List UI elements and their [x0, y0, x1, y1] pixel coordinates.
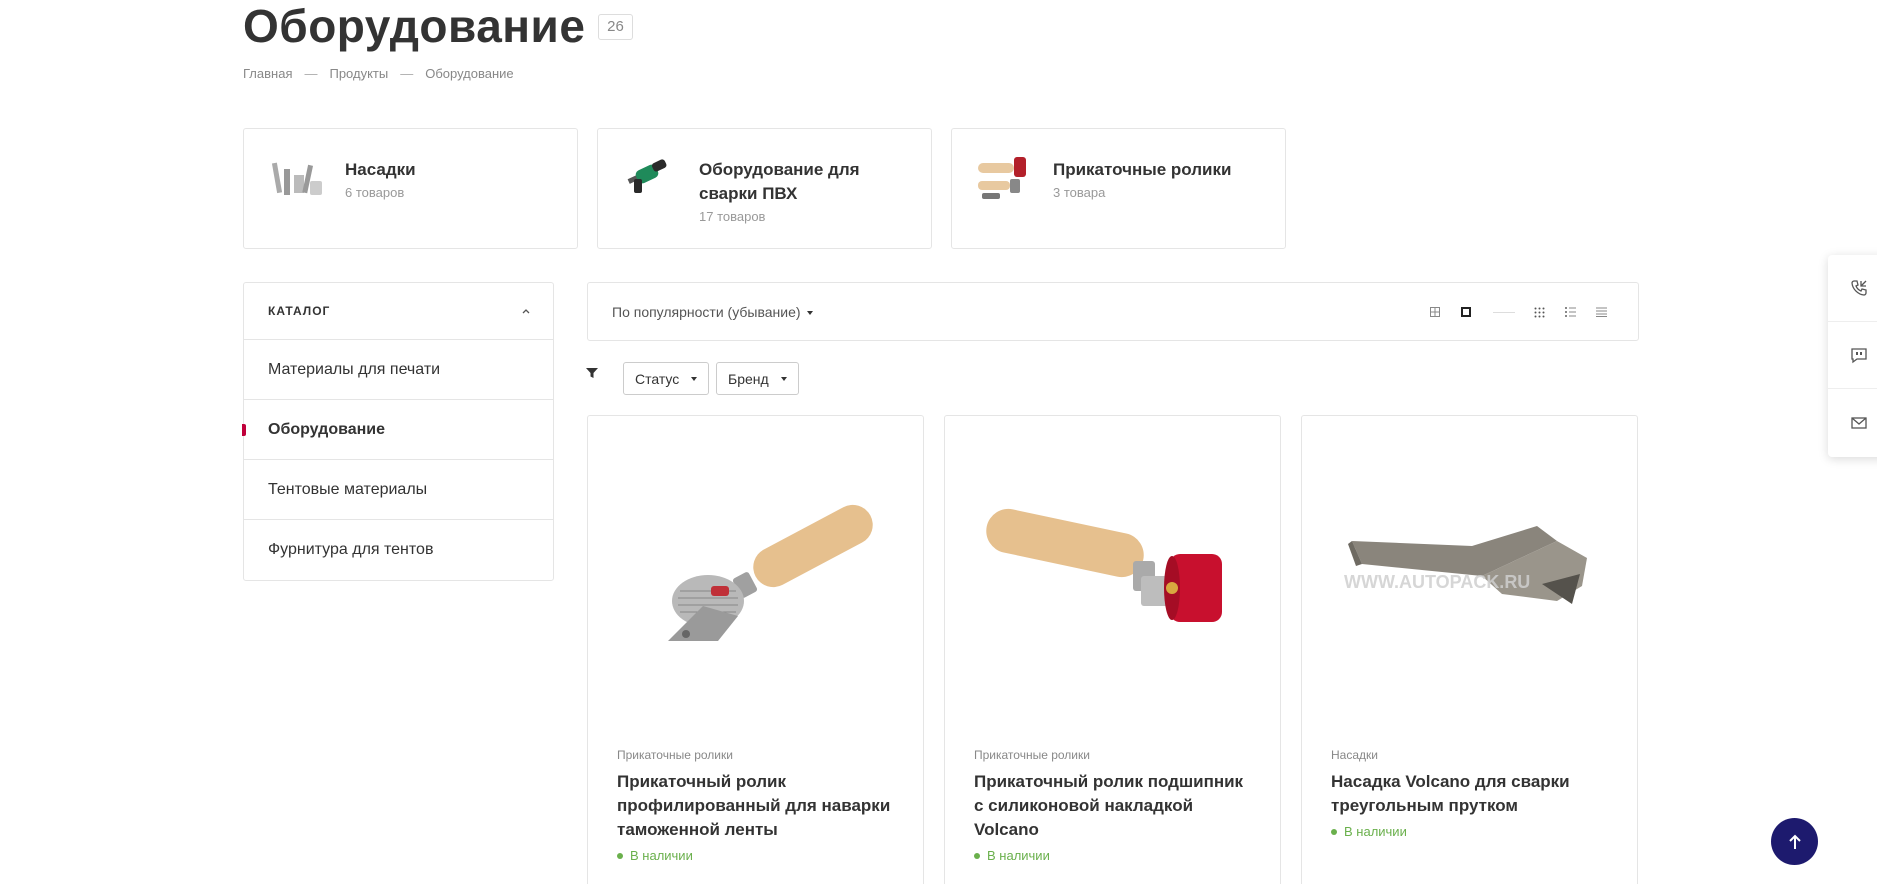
product-name[interactable]: Прикаточный ролик подшипник с силиконово…	[974, 770, 1254, 842]
stock-label: В наличии	[987, 848, 1050, 863]
grid-small-view-icon[interactable]	[1428, 305, 1442, 319]
sort-dropdown[interactable]: По популярности (убывание)	[612, 304, 813, 320]
chevron-up-icon[interactable]	[521, 306, 531, 316]
stock-label: В наличии	[1344, 824, 1407, 839]
sort-toolbar: По популярности (убывание)	[587, 282, 1639, 341]
silicone-roller-image	[986, 508, 1222, 622]
status-filter-button[interactable]: Статус	[623, 362, 710, 395]
product-name[interactable]: Насадка Volcano для сварки треугольным п…	[1331, 770, 1611, 818]
product-name[interactable]: Прикаточный ролик профилированный для на…	[617, 770, 897, 842]
catalog-title: КАТАЛОГ	[268, 304, 331, 318]
breadcrumb-separator: —	[400, 66, 414, 81]
sidebar-item-tent-materials[interactable]: Тентовые материалы	[244, 460, 553, 520]
status-filter-label: Статус	[635, 370, 680, 387]
category-name[interactable]: Прикаточные ролики	[1053, 158, 1263, 182]
brand-filter-button[interactable]: Бренд	[716, 362, 799, 395]
breadcrumb-separator: —	[304, 66, 318, 81]
callback-button[interactable]	[1828, 255, 1877, 322]
product-category[interactable]: Прикаточные ролики	[617, 748, 733, 762]
mail-icon	[1851, 416, 1867, 429]
product-category[interactable]: Прикаточные ролики	[974, 748, 1090, 762]
breadcrumb-home[interactable]: Главная	[243, 66, 292, 81]
stock-label: В наличии	[630, 848, 693, 863]
view-switcher	[1411, 305, 1608, 319]
category-count: 3 товара	[1053, 185, 1106, 200]
compact-list-view-icon[interactable]	[1594, 305, 1608, 319]
sidebar-item-tent-fittings[interactable]: Фурнитура для тентов	[244, 520, 553, 580]
chat-quote-icon	[1851, 348, 1867, 364]
category-count: 6 товаров	[345, 185, 405, 200]
category-card-pvc-welding[interactable]: Оборудование для сварки ПВХ 17 товаров	[597, 128, 932, 249]
breadcrumb-products[interactable]: Продукты	[329, 66, 388, 81]
arrow-up-icon	[1788, 834, 1801, 849]
grid-large-view-icon[interactable]	[1459, 305, 1473, 319]
watermark-text: WWW.AUTOPACK.RU	[1344, 572, 1530, 592]
caret-down-icon	[780, 376, 787, 381]
category-name[interactable]: Насадки	[345, 158, 555, 182]
nozzle-set-thumbnail	[271, 162, 322, 195]
roller-thumbnail	[978, 157, 1026, 199]
stock-status: В наличии	[974, 848, 1050, 863]
product-category[interactable]: Насадки	[1331, 748, 1378, 762]
stock-status: В наличии	[617, 848, 693, 863]
caret-down-icon	[691, 376, 698, 381]
sidebar-item-equipment[interactable]: Оборудование	[242, 400, 553, 460]
stock-status: В наличии	[1331, 824, 1407, 839]
category-card-rollers[interactable]: Прикаточные ролики 3 товара	[951, 128, 1286, 249]
stock-dot-icon	[617, 852, 623, 859]
category-card-nozzles[interactable]: Насадки 6 товаров	[243, 128, 578, 249]
stock-dot-icon	[974, 852, 980, 859]
email-button[interactable]	[1828, 389, 1877, 456]
product-card[interactable]: Прикаточные ролики Прикаточный ролик под…	[944, 415, 1281, 884]
stock-dot-icon	[1331, 828, 1337, 835]
list-view-icon[interactable]	[1563, 305, 1577, 319]
product-count-badge: 26	[598, 14, 633, 40]
tile-view-icon[interactable]	[1532, 305, 1546, 319]
floating-contact-panel	[1828, 255, 1877, 457]
volcano-nozzle-image: WWW.AUTOPACK.RU	[1344, 526, 1587, 604]
page-title: Оборудование	[243, 0, 586, 52]
caret-down-icon	[806, 311, 813, 316]
product-card[interactable]: WWW.AUTOPACK.RU Насадки Насадка Volcano …	[1301, 415, 1638, 884]
heat-gun-thumbnail	[627, 159, 667, 193]
catalog-header[interactable]: КАТАЛОГ	[244, 283, 553, 340]
breadcrumb-current: Оборудование	[425, 66, 514, 81]
product-card[interactable]: Прикаточные ролики Прикаточный ролик про…	[587, 415, 924, 884]
sidebar-item-print-materials[interactable]: Материалы для печати	[244, 340, 553, 400]
sort-label: По популярности (убывание)	[612, 304, 801, 320]
scroll-to-top-button[interactable]	[1771, 818, 1818, 865]
catalog-sidebar: КАТАЛОГ Материалы для печати Оборудовани…	[242, 282, 554, 581]
category-count: 17 товаров	[699, 209, 766, 224]
phone-callback-icon	[1851, 280, 1867, 296]
view-divider	[1493, 311, 1515, 313]
profiled-roller-image	[668, 504, 873, 641]
breadcrumb: Главная — Продукты — Оборудование	[243, 66, 514, 81]
filter-icon[interactable]	[586, 367, 598, 379]
category-name[interactable]: Оборудование для сварки ПВХ	[699, 158, 909, 206]
feedback-button[interactable]	[1828, 322, 1877, 389]
brand-filter-label: Бренд	[728, 370, 769, 387]
